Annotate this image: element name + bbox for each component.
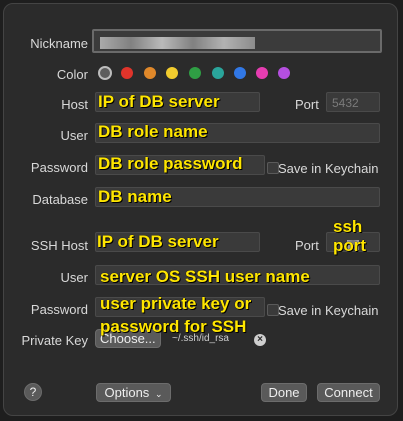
nickname-label: Nickname <box>30 36 88 51</box>
color-swatch-purple[interactable] <box>278 67 290 79</box>
clear-key-icon[interactable]: × <box>254 334 266 346</box>
color-swatch-green[interactable] <box>189 67 201 79</box>
color-swatch-teal[interactable] <box>212 67 224 79</box>
ssh-host-label: SSH Host <box>30 238 88 253</box>
color-swatch-red[interactable] <box>121 67 133 79</box>
database-label: Database <box>32 192 88 207</box>
color-swatch-yellow[interactable] <box>166 67 178 79</box>
annotation-ssh-port: ssh port <box>333 217 367 255</box>
color-swatch-orange[interactable] <box>144 67 156 79</box>
color-swatch-pink[interactable] <box>256 67 268 79</box>
annotation-ssh-host: IP of DB server <box>97 232 219 251</box>
private-key-label: Private Key <box>21 333 88 348</box>
host-label: Host <box>61 97 88 112</box>
help-icon[interactable]: ? <box>24 383 42 401</box>
color-swatch-blue[interactable] <box>234 67 246 79</box>
ssh-password-label: Password <box>30 302 88 317</box>
done-button[interactable]: Done <box>261 383 307 402</box>
color-swatch-none[interactable] <box>98 66 112 80</box>
annotation-ssh-user: server OS SSH user name <box>100 267 310 286</box>
annotation-database: DB name <box>98 187 172 206</box>
ssh-user-label: User <box>60 270 88 285</box>
connection-dialog: Nickname Color Host IP of DB server Port… <box>3 3 398 416</box>
options-button-label: Options <box>104 385 150 400</box>
annotation-ssh-password-line1: user private key or <box>100 294 252 313</box>
annotation-host: IP of DB server <box>98 92 220 111</box>
annotation-ssh-password-line2: password for SSH <box>100 317 247 336</box>
connect-button[interactable]: Connect <box>317 383 380 402</box>
password-label: Password <box>30 160 88 175</box>
user-label: User <box>60 128 88 143</box>
chevron-down-icon: ⌄ <box>154 389 163 399</box>
annotation-user: DB role name <box>98 122 208 141</box>
annotation-password: DB role password <box>98 154 243 173</box>
nickname-value-redacted <box>100 37 255 49</box>
ssh-port-label: Port <box>295 238 319 253</box>
save-in-keychain-label: Save in Keychain <box>278 161 379 176</box>
port-label: Port <box>295 97 319 112</box>
color-label: Color <box>56 67 88 82</box>
ssh-save-in-keychain-label: Save in Keychain <box>278 303 379 318</box>
options-button[interactable]: Options ⌄ <box>96 383 171 402</box>
port-placeholder: 5432 <box>332 96 359 110</box>
